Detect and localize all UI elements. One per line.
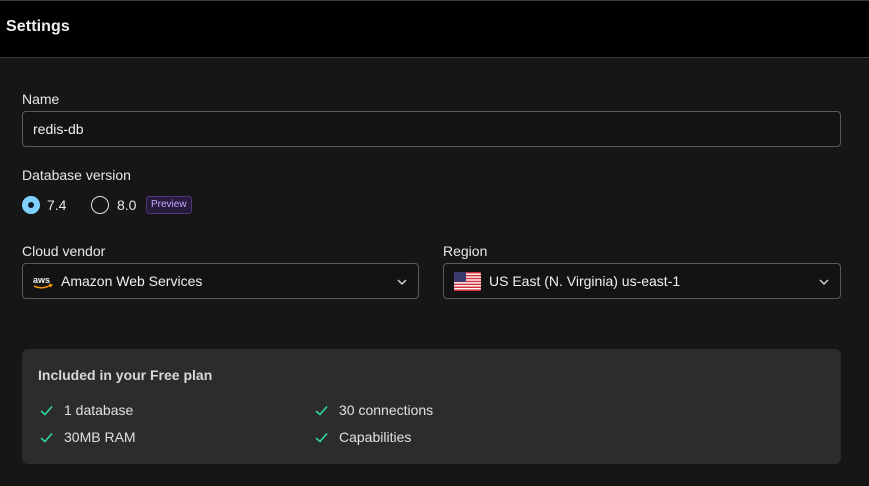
check-icon bbox=[40, 432, 53, 443]
chevron-down-icon bbox=[397, 279, 407, 286]
free-plan-panel: Included in your Free plan 1 database 30… bbox=[22, 349, 841, 464]
preview-badge: Preview bbox=[146, 196, 192, 214]
region-value: US East (N. Virginia) us-east-1 bbox=[489, 273, 681, 289]
plan-feature-label: 30 connections bbox=[339, 402, 434, 418]
check-icon bbox=[40, 405, 53, 416]
name-input-value: redis-db bbox=[33, 121, 84, 137]
version-8-0-radio[interactable] bbox=[91, 196, 109, 214]
name-label: Name bbox=[22, 91, 60, 107]
plan-feature-label: Capabilities bbox=[339, 429, 412, 445]
check-icon bbox=[315, 432, 328, 443]
us-flag-icon bbox=[454, 272, 481, 291]
database-version-label: Database version bbox=[22, 167, 131, 183]
page-title: Settings bbox=[6, 18, 70, 35]
check-icon bbox=[315, 405, 328, 416]
region-select[interactable]: US East (N. Virginia) us-east-1 bbox=[443, 263, 841, 299]
cloud-vendor-value: Amazon Web Services bbox=[61, 273, 203, 289]
region-label: Region bbox=[443, 243, 488, 259]
svg-text:aws: aws bbox=[33, 275, 50, 285]
aws-logo-icon: aws bbox=[33, 275, 54, 289]
plan-feature: 1 database bbox=[40, 402, 133, 418]
plan-feature-label: 30MB RAM bbox=[64, 429, 136, 445]
version-7-4-radio[interactable] bbox=[22, 196, 40, 214]
cloud-vendor-select[interactable]: aws Amazon Web Services bbox=[22, 263, 419, 299]
plan-title: Included in your Free plan bbox=[38, 367, 213, 383]
version-8-0-label[interactable]: 8.0 bbox=[117, 197, 136, 213]
version-7-4-label[interactable]: 7.4 bbox=[47, 197, 66, 213]
chevron-down-icon bbox=[819, 279, 829, 286]
plan-feature: 30 connections bbox=[315, 402, 433, 418]
cloud-vendor-label: Cloud vendor bbox=[22, 243, 106, 259]
name-input[interactable]: redis-db bbox=[22, 111, 841, 147]
plan-feature-label: 1 database bbox=[64, 402, 134, 418]
plan-feature: Capabilities bbox=[315, 429, 411, 445]
settings-header: Settings bbox=[0, 0, 869, 58]
plan-feature: 30MB RAM bbox=[40, 429, 136, 445]
